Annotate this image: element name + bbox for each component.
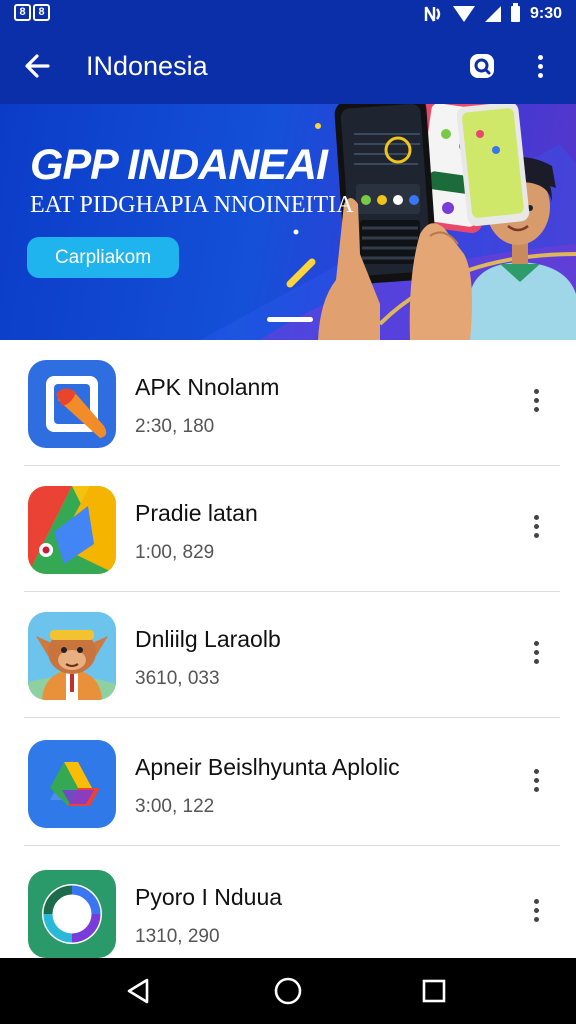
more-vert-icon [533, 640, 539, 646]
divider [24, 845, 560, 846]
app-bar: INdonesia [0, 28, 576, 104]
app-count: 3:00, 122 [135, 796, 215, 817]
status-bar: 8 8 9:30 [0, 0, 576, 28]
nav-recents-button[interactable] [414, 971, 454, 1011]
battery-icon [510, 3, 520, 22]
app-count: 3610, 033 [135, 668, 220, 689]
recents-square-icon [422, 979, 446, 1003]
app-name: Apneir Beislhyunta Aplolic [135, 754, 400, 780]
list-item[interactable]: APK Nnolanm 2:30, 180 [0, 340, 576, 466]
banner-decoration [200, 104, 576, 340]
divider [24, 717, 560, 718]
nfc-icon [424, 6, 441, 22]
more-vert-icon [533, 514, 539, 520]
item-more-button[interactable] [522, 760, 550, 800]
more-vert-icon [533, 898, 539, 904]
app-name: Pradie latan [135, 500, 258, 526]
signal-icon [484, 6, 501, 22]
promo-banner[interactable]: GPP INDANEAI EAT PIDGHAPIA NNOINEITIA Ca… [0, 104, 576, 340]
home-circle-icon [274, 977, 302, 1005]
banner-cta-button[interactable]: Carpliakom [27, 237, 179, 278]
app-count: 1:00, 829 [135, 542, 215, 563]
list-item[interactable]: Apneir Beislhyunta Aplolic 3:00, 122 [0, 720, 576, 846]
search-button[interactable] [462, 46, 502, 86]
page-title: INdonesia [86, 51, 208, 81]
app-name: APK Nnolanm [135, 374, 280, 400]
nav-home-button[interactable] [268, 971, 308, 1011]
back-button[interactable] [18, 46, 58, 86]
system-nav-bar [0, 958, 576, 1024]
status-right-icons: 9:30 [423, 3, 562, 23]
more-vert-icon [533, 388, 539, 394]
search-icon [470, 54, 494, 78]
list-item[interactable]: Dnliilg Laraolb 3610, 033 [0, 592, 576, 718]
item-more-button[interactable] [522, 380, 550, 420]
list-item[interactable]: Pradie latan 1:00, 829 [0, 466, 576, 592]
banner-subtitle: EAT PIDGHAPIA NNOINEITIA [30, 192, 354, 218]
banner-headline: GPP INDANEAI [30, 141, 328, 189]
nav-back-button[interactable] [118, 971, 158, 1011]
notification-icon: 8 [33, 4, 50, 21]
item-more-button[interactable] [522, 506, 550, 546]
monkey-mascot-icon [28, 612, 116, 700]
item-more-button[interactable] [522, 632, 550, 672]
back-arrow-icon [25, 54, 50, 78]
drive-icon [28, 740, 116, 828]
ring-logo-icon [28, 870, 116, 958]
notification-icon: 8 [14, 4, 31, 21]
more-vert-icon [537, 54, 543, 60]
status-time: 9:30 [529, 5, 562, 22]
brush-icon [28, 360, 116, 448]
play-store-icon [28, 486, 116, 574]
app-count: 2:30, 180 [135, 416, 215, 437]
more-vert-icon [533, 768, 539, 774]
app-name: Pyoro I Nduua [135, 884, 283, 910]
more-options-button[interactable] [520, 46, 560, 86]
app-name: Dnliilg Laraolb [135, 626, 281, 652]
wifi-icon [452, 6, 475, 22]
carousel-indicator [267, 317, 313, 322]
item-more-button[interactable] [522, 890, 550, 930]
app-count: 1310, 290 [135, 926, 220, 947]
back-triangle-icon [127, 978, 149, 1004]
status-left-icons: 8 8 [14, 4, 50, 21]
